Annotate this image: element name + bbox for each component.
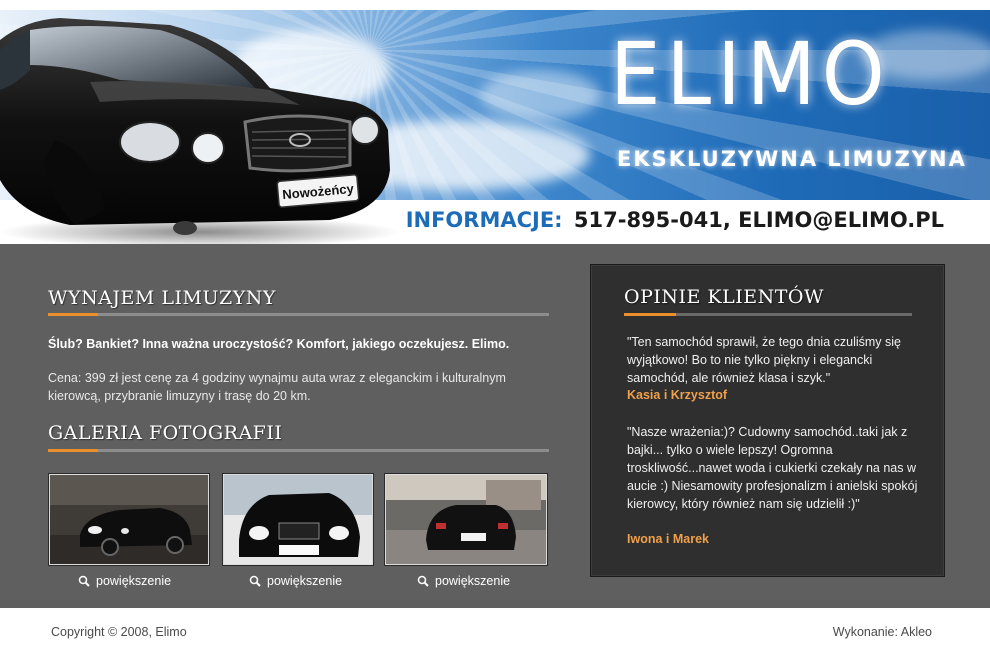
opinion-author: Kasia i Krzysztof	[627, 388, 728, 402]
main-content: WYNAJEM LIMUZYNY Ślub? Bankiet? Inna waż…	[0, 244, 990, 608]
car-image: Nowożeńcy	[0, 18, 400, 248]
magnifier-icon	[249, 575, 261, 587]
logo-tagline: EKSKLUZYWNA LIMUZYNA	[617, 147, 967, 171]
footer: Copyright © 2008, Elimo Wykonanie: Akleo	[0, 608, 990, 655]
zoom-link-1[interactable]: powiększenie	[78, 574, 171, 588]
title-divider	[48, 449, 549, 452]
opinion-quote: "Ten samochód sprawił, że tego dnia czul…	[627, 335, 902, 385]
cloud	[480, 70, 600, 120]
rental-price: Cena: 399 zł jest cenę za 4 godziny wyna…	[48, 371, 506, 403]
copyright-text: Copyright © 2008, Elimo	[51, 625, 187, 639]
zoom-link-2[interactable]: powiększenie	[249, 574, 342, 588]
zoom-link-3[interactable]: powiększenie	[417, 574, 510, 588]
top-line	[0, 0, 990, 10]
opinion-author: Iwona i Marek	[627, 532, 709, 546]
logo-title: ELIMO	[610, 24, 891, 125]
contact-value: 517-895-041, ELIMO@ELIMO.PL	[573, 208, 944, 232]
title-divider	[48, 313, 549, 316]
opinions-title: OPINIE KLIENTÓW	[624, 286, 824, 308]
rental-lead: Ślub? Bankiet? Inna ważna uroczystość? K…	[48, 337, 510, 351]
title-divider	[624, 313, 912, 316]
gallery-thumb-3[interactable]	[384, 473, 548, 566]
rental-title: WYNAJEM LIMUZYNY	[48, 287, 276, 309]
contact-info: INFORMACJE: 517-895-041, ELIMO@ELIMO.PL	[406, 208, 944, 232]
zoom-label: powiększenie	[96, 574, 172, 588]
car-photo	[386, 475, 546, 564]
car-photo	[50, 475, 208, 564]
magnifier-icon	[78, 575, 90, 587]
page: ELIMO EKSKLUZYWNA LIMUZYNA INFORMACJE: 5…	[0, 0, 990, 655]
contact-label: INFORMACJE:	[405, 208, 563, 232]
gallery-title: GALERIA FOTOGRAFII	[48, 422, 283, 444]
gallery-thumb-1[interactable]	[48, 473, 210, 566]
zoom-label: powiększenie	[435, 574, 511, 588]
zoom-label: powiększenie	[267, 574, 343, 588]
car-photo	[224, 475, 372, 564]
magnifier-icon	[417, 575, 429, 587]
opinion-quote: "Nasze wrażenia:)? Cudowny samochód..tak…	[627, 425, 918, 511]
opinions-panel: OPINIE KLIENTÓW "Ten samochód sprawił, ż…	[590, 264, 945, 577]
credit-link[interactable]: Wykonanie: Akleo	[833, 625, 932, 639]
gallery-thumb-2[interactable]	[222, 473, 374, 566]
